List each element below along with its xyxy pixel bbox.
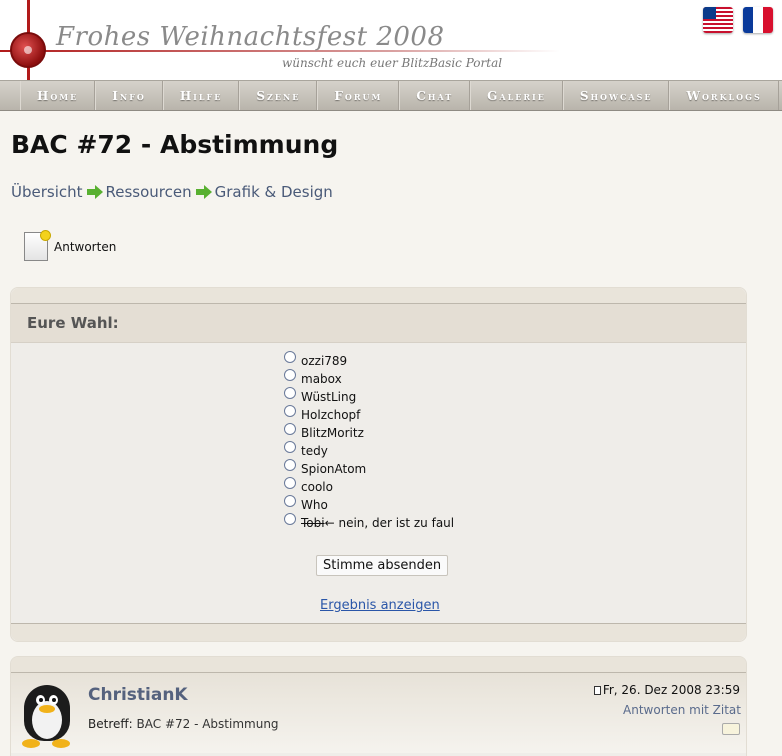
avatar[interactable] xyxy=(18,681,76,749)
post-author[interactable]: ChristianK xyxy=(88,685,188,705)
banner-title: Frohes Weihnachtsfest 2008 xyxy=(56,22,445,52)
poll-option[interactable]: BlitzMoritz xyxy=(284,423,454,442)
header-banner: Frohes Weihnachtsfest 2008 wünscht euch … xyxy=(0,0,782,80)
poll-top-bar xyxy=(11,288,746,304)
radio-button[interactable] xyxy=(284,459,296,471)
nav-hilfe[interactable]: Hilfe xyxy=(162,81,240,110)
main-nav: Home Info Hilfe Szene Forum Chat Galerie… xyxy=(0,80,782,111)
nav-szene[interactable]: Szene xyxy=(239,81,318,110)
option-label: SpionAtom xyxy=(301,462,367,476)
nav-chat[interactable]: Chat xyxy=(399,81,471,110)
radio-button[interactable] xyxy=(284,495,296,507)
option-label: coolo xyxy=(301,480,333,494)
post-subject: Betreff: BAC #72 - Abstimmung xyxy=(88,717,279,731)
nav-info[interactable]: Info xyxy=(95,81,163,110)
new-reply-icon xyxy=(24,230,51,261)
reply-button[interactable]: Antworten xyxy=(24,230,117,261)
poll-option[interactable]: tedy xyxy=(284,441,454,460)
option-label: tedy xyxy=(301,444,328,458)
profile-icon[interactable] xyxy=(722,723,740,735)
poll-heading: Eure Wahl: xyxy=(11,304,746,343)
option-label: mabox xyxy=(301,372,342,386)
show-results-link[interactable]: Ergebnis anzeigen xyxy=(320,598,440,613)
radio-button[interactable] xyxy=(284,477,296,489)
nav-home[interactable]: Home xyxy=(20,81,96,110)
option-note: ← nein, der ist zu faul xyxy=(324,516,455,530)
forum-post: ChristianK Betreff: BAC #72 - Abstimmung… xyxy=(10,656,747,756)
radio-button[interactable] xyxy=(284,351,296,363)
poll-option[interactable]: WüstLing xyxy=(284,387,454,406)
post-link-icon[interactable] xyxy=(593,685,601,695)
option-label: Tobi xyxy=(301,516,325,530)
poll-option[interactable]: SpionAtom xyxy=(284,459,454,478)
subject-value: BAC #72 - Abstimmung xyxy=(136,717,279,731)
radio-button[interactable] xyxy=(284,513,296,525)
breadcrumb-overview[interactable]: Übersicht xyxy=(11,183,83,201)
nav-forum[interactable]: Forum xyxy=(317,81,400,110)
poll-bottom-bar xyxy=(11,623,746,641)
banner-subtitle: wünscht euch euer BlitzBasic Portal xyxy=(282,56,503,70)
arrow-right-icon xyxy=(195,185,213,199)
reply-with-quote-link[interactable]: Antworten mit Zitat xyxy=(623,703,741,717)
radio-button[interactable] xyxy=(284,423,296,435)
page-title: BAC #72 - Abstimmung xyxy=(11,130,339,159)
poll-option[interactable]: Tobi ← nein, der ist zu faul xyxy=(284,513,455,532)
radio-button[interactable] xyxy=(284,387,296,399)
reply-label: Antworten xyxy=(54,239,117,254)
radio-button[interactable] xyxy=(284,441,296,453)
poll-options: ozzi789 mabox WüstLing Holzchopf BlitzMo… xyxy=(284,351,455,532)
us-flag-icon[interactable] xyxy=(703,7,733,33)
radio-button[interactable] xyxy=(284,369,296,381)
poll-option[interactable]: coolo xyxy=(284,477,454,496)
breadcrumb-resources[interactable]: Ressourcen xyxy=(106,183,192,201)
nav-galerie[interactable]: Galerie xyxy=(470,81,563,110)
post-header: ChristianK Betreff: BAC #72 - Abstimmung… xyxy=(11,673,746,753)
submit-vote-button[interactable]: Stimme absenden xyxy=(316,555,449,576)
fr-flag-icon[interactable] xyxy=(743,7,773,33)
poll-option[interactable]: Holzchopf xyxy=(284,405,454,424)
option-label: BlitzMoritz xyxy=(301,426,364,440)
arrow-right-icon xyxy=(86,185,104,199)
subject-label: Betreff: xyxy=(88,717,133,731)
breadcrumb: Übersicht Ressourcen Grafik & Design xyxy=(11,183,333,201)
poll-option[interactable]: Who xyxy=(284,495,454,514)
ornament-icon xyxy=(10,32,46,68)
nav-worklogs[interactable]: Worklogs xyxy=(669,81,779,110)
poll-option[interactable]: mabox xyxy=(284,369,454,388)
nav-showcase[interactable]: Showcase xyxy=(562,81,670,110)
option-label: ozzi789 xyxy=(301,354,348,368)
option-label: Who xyxy=(301,498,328,512)
post-date: Fr, 26. Dez 2008 23:59 xyxy=(593,683,740,697)
radio-button[interactable] xyxy=(284,405,296,417)
post-date-text: Fr, 26. Dez 2008 23:59 xyxy=(602,683,740,697)
poll-box: Eure Wahl: ozzi789 mabox WüstLing Holzch… xyxy=(10,287,747,642)
post-top-bar xyxy=(11,657,746,673)
option-label: Holzchopf xyxy=(301,408,361,422)
option-label: WüstLing xyxy=(301,390,357,404)
breadcrumb-graphics-design[interactable]: Grafik & Design xyxy=(215,183,333,201)
poll-option[interactable]: ozzi789 xyxy=(284,351,454,370)
